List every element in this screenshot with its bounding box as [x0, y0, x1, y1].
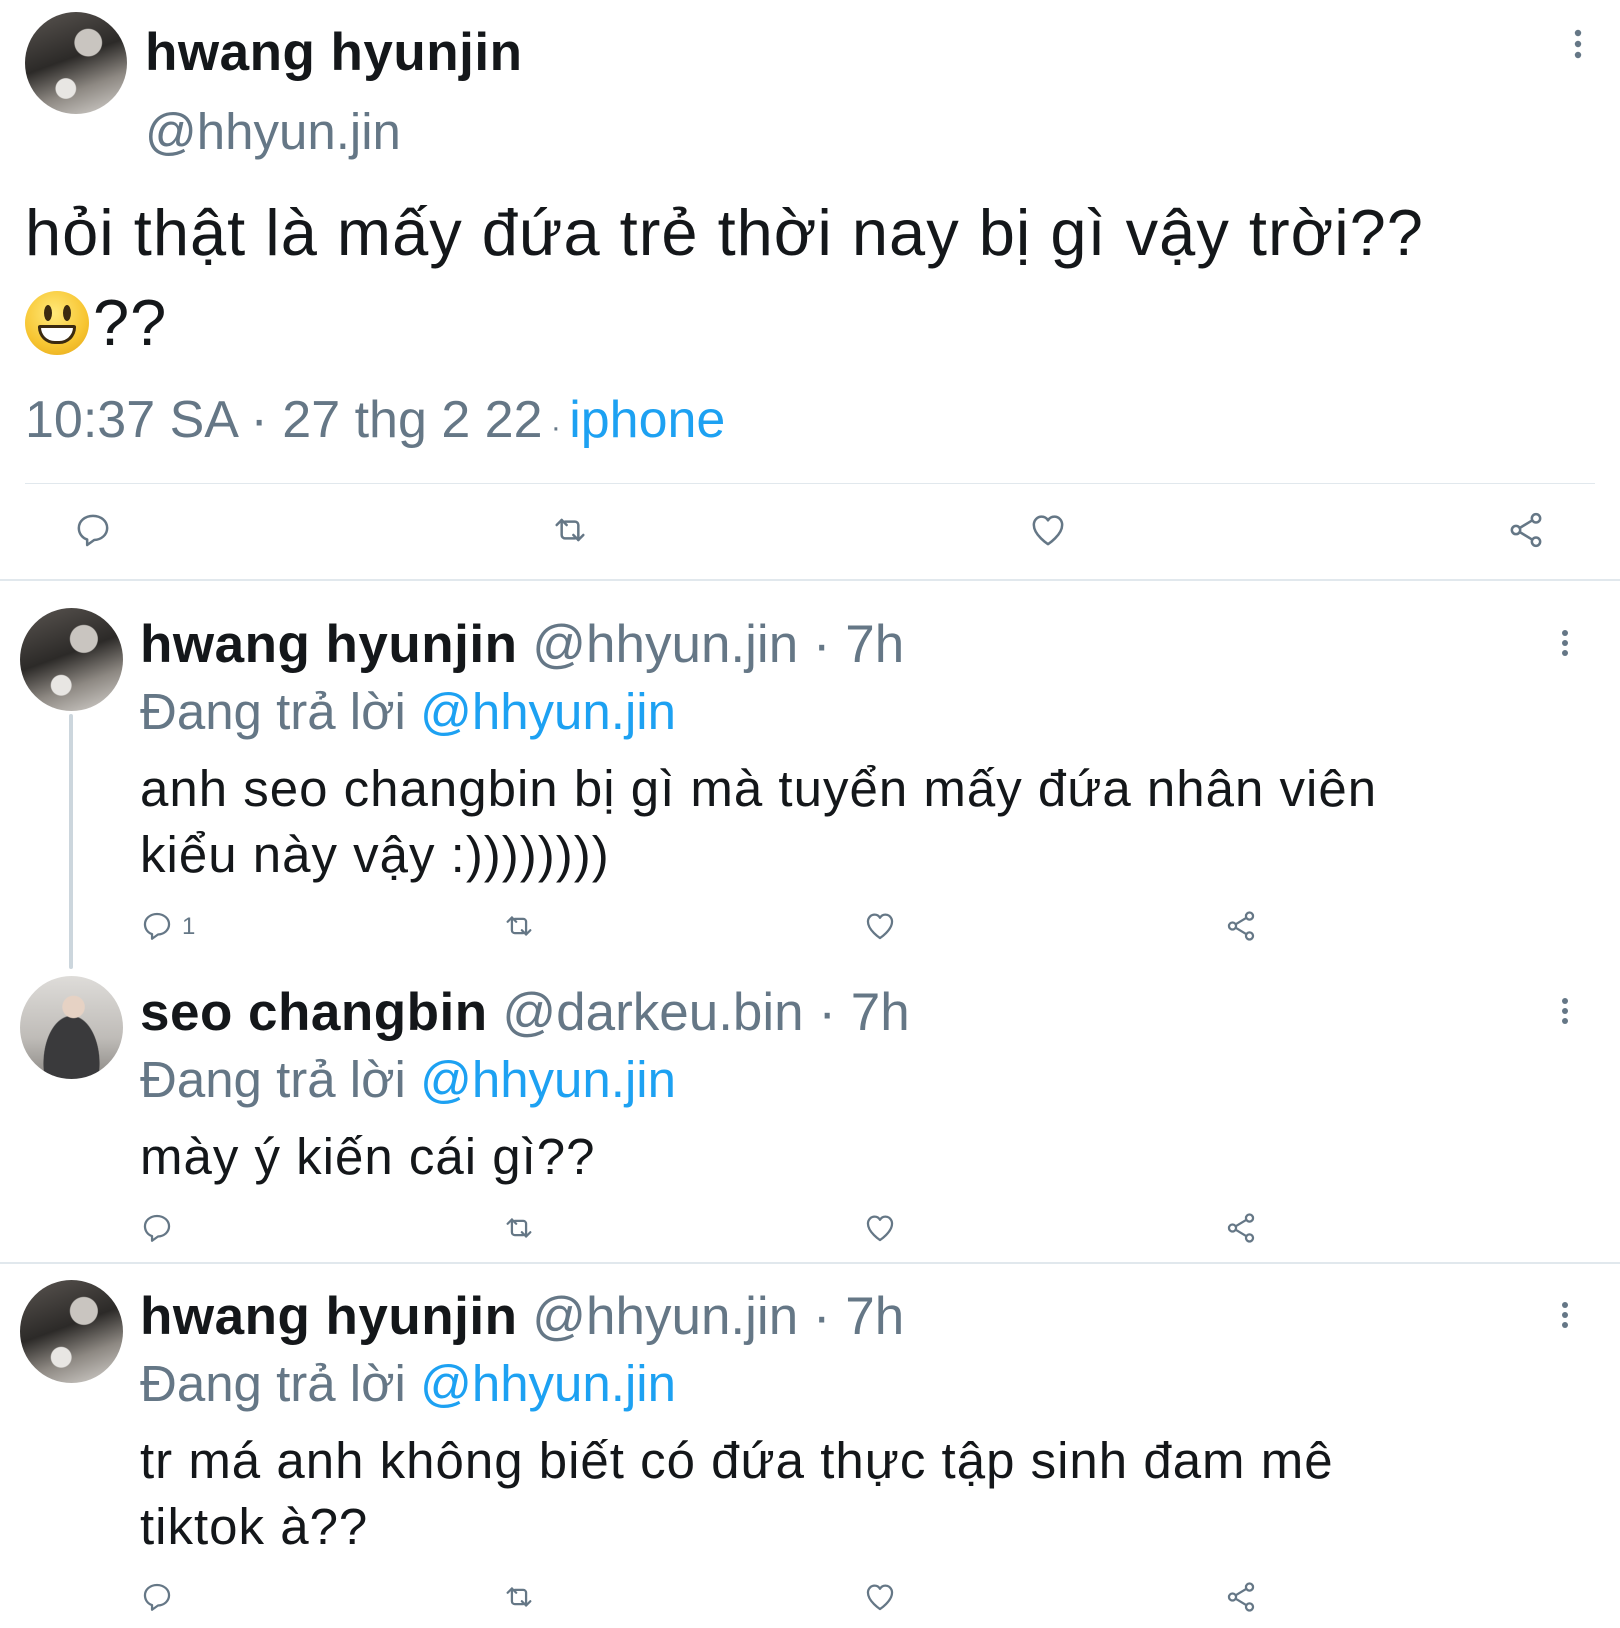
tweet-source[interactable]: iphone — [569, 391, 725, 449]
meta-separator: · — [542, 411, 570, 444]
handle[interactable]: @hhyun.jin — [532, 1287, 798, 1346]
thread-connector — [69, 714, 73, 969]
tweet-date[interactable]: 27 thg 2 22 — [282, 391, 542, 449]
reply-time[interactable]: 7h — [845, 615, 904, 674]
reply-text-line: mày ý kiến cái gì?? — [140, 1128, 596, 1185]
tweet-meta: 10:37 SA · 27 thg 2 22 · iphone — [25, 390, 725, 450]
smiley-emoji-icon — [25, 291, 89, 355]
mention-link[interactable]: @hhyun.jin — [420, 683, 676, 740]
reply-icon[interactable] — [140, 1580, 174, 1614]
reply-text: mày ý kiến cái gì?? — [140, 1124, 1560, 1190]
reply-text-line: tr má anh không biết có đứa thực tập sin… — [140, 1432, 1334, 1489]
tweet-text: hỏi thật là mấy đứa trẻ thời nay bị gì v… — [25, 188, 1605, 368]
reply-icon[interactable] — [140, 1211, 174, 1245]
avatar[interactable] — [25, 12, 127, 114]
mention-link[interactable]: @hhyun.jin — [420, 1355, 676, 1412]
tweet-time[interactable]: 10:37 SA — [25, 391, 236, 449]
share-icon[interactable] — [1506, 510, 1546, 550]
tweet-text-line: hỏi thật là mấy đứa trẻ thời nay bị gì v… — [25, 196, 1424, 269]
reply-header: hwang hyunjin @hhyun.jin · 7h — [140, 614, 904, 675]
reply-icon[interactable] — [140, 909, 174, 943]
reply-time[interactable]: 7h — [851, 983, 910, 1042]
share-icon[interactable] — [1224, 1211, 1258, 1245]
display-name[interactable]: hwang hyunjin — [145, 22, 522, 83]
meta-separator: · — [798, 1287, 846, 1346]
replying-to: Đang trả lời @hhyun.jin — [140, 682, 676, 741]
main-tweet: hwang hyunjin @hhyun.jin hỏi thật là mấy… — [0, 0, 1620, 580]
avatar[interactable] — [20, 976, 123, 1079]
section-divider — [0, 579, 1620, 581]
retweet-icon[interactable] — [502, 1211, 536, 1245]
share-icon[interactable] — [1224, 909, 1258, 943]
section-divider — [0, 1262, 1620, 1264]
meta-separator: · — [803, 983, 851, 1042]
replying-to-label: Đang trả lời — [140, 1355, 421, 1412]
divider — [25, 483, 1595, 484]
reply-header: hwang hyunjin @hhyun.jin · 7h — [140, 1286, 904, 1347]
reply-text: anh seo changbin bị gì mà tuyển mấy đứa … — [140, 756, 1560, 888]
handle[interactable]: @darkeu.bin — [502, 983, 803, 1042]
tweet-text-line: ?? — [25, 278, 1605, 368]
display-name[interactable]: seo changbin — [140, 983, 488, 1042]
retweet-icon[interactable] — [502, 1580, 536, 1614]
reply-icon[interactable] — [73, 510, 113, 550]
retweet-icon[interactable] — [550, 510, 590, 550]
tweet-text-suffix: ?? — [93, 286, 168, 359]
avatar[interactable] — [20, 1280, 123, 1383]
reply-time[interactable]: 7h — [845, 1287, 904, 1346]
more-options-icon[interactable] — [1555, 996, 1575, 1026]
handle[interactable]: @hhyun.jin — [532, 615, 798, 674]
like-icon[interactable] — [1028, 510, 1068, 550]
more-options-icon[interactable] — [1555, 628, 1575, 658]
more-options-icon[interactable] — [1555, 1300, 1575, 1330]
handle[interactable]: @hhyun.jin — [145, 102, 401, 161]
meta-separator: · — [798, 615, 846, 674]
reply-text-line: kiểu này vậy :)))))))) — [140, 826, 610, 883]
replying-to: Đang trả lời @hhyun.jin — [140, 1354, 676, 1413]
like-icon[interactable] — [863, 1211, 897, 1245]
more-options-icon[interactable] — [1566, 28, 1590, 60]
like-icon[interactable] — [863, 909, 897, 943]
meta-separator: · — [236, 391, 283, 449]
share-icon[interactable] — [1224, 1580, 1258, 1614]
reply-count: 1 — [182, 913, 196, 940]
retweet-icon[interactable] — [502, 909, 536, 943]
avatar[interactable] — [20, 608, 123, 711]
replying-to-label: Đang trả lời — [140, 1051, 421, 1108]
reply-text: tr má anh không biết có đứa thực tập sin… — [140, 1428, 1560, 1560]
mention-link[interactable]: @hhyun.jin — [420, 1051, 676, 1108]
reply-header: seo changbin @darkeu.bin · 7h — [140, 982, 910, 1043]
reply-text-line: anh seo changbin bị gì mà tuyển mấy đứa … — [140, 760, 1378, 817]
tweet-thread-page: hwang hyunjin @hhyun.jin hỏi thật là mấy… — [0, 0, 1620, 1628]
replying-to: Đang trả lời @hhyun.jin — [140, 1050, 676, 1109]
display-name[interactable]: hwang hyunjin — [140, 615, 517, 674]
replying-to-label: Đang trả lời — [140, 683, 421, 740]
display-name[interactable]: hwang hyunjin — [140, 1287, 517, 1346]
like-icon[interactable] — [863, 1580, 897, 1614]
reply-text-line: tiktok à?? — [140, 1498, 369, 1555]
